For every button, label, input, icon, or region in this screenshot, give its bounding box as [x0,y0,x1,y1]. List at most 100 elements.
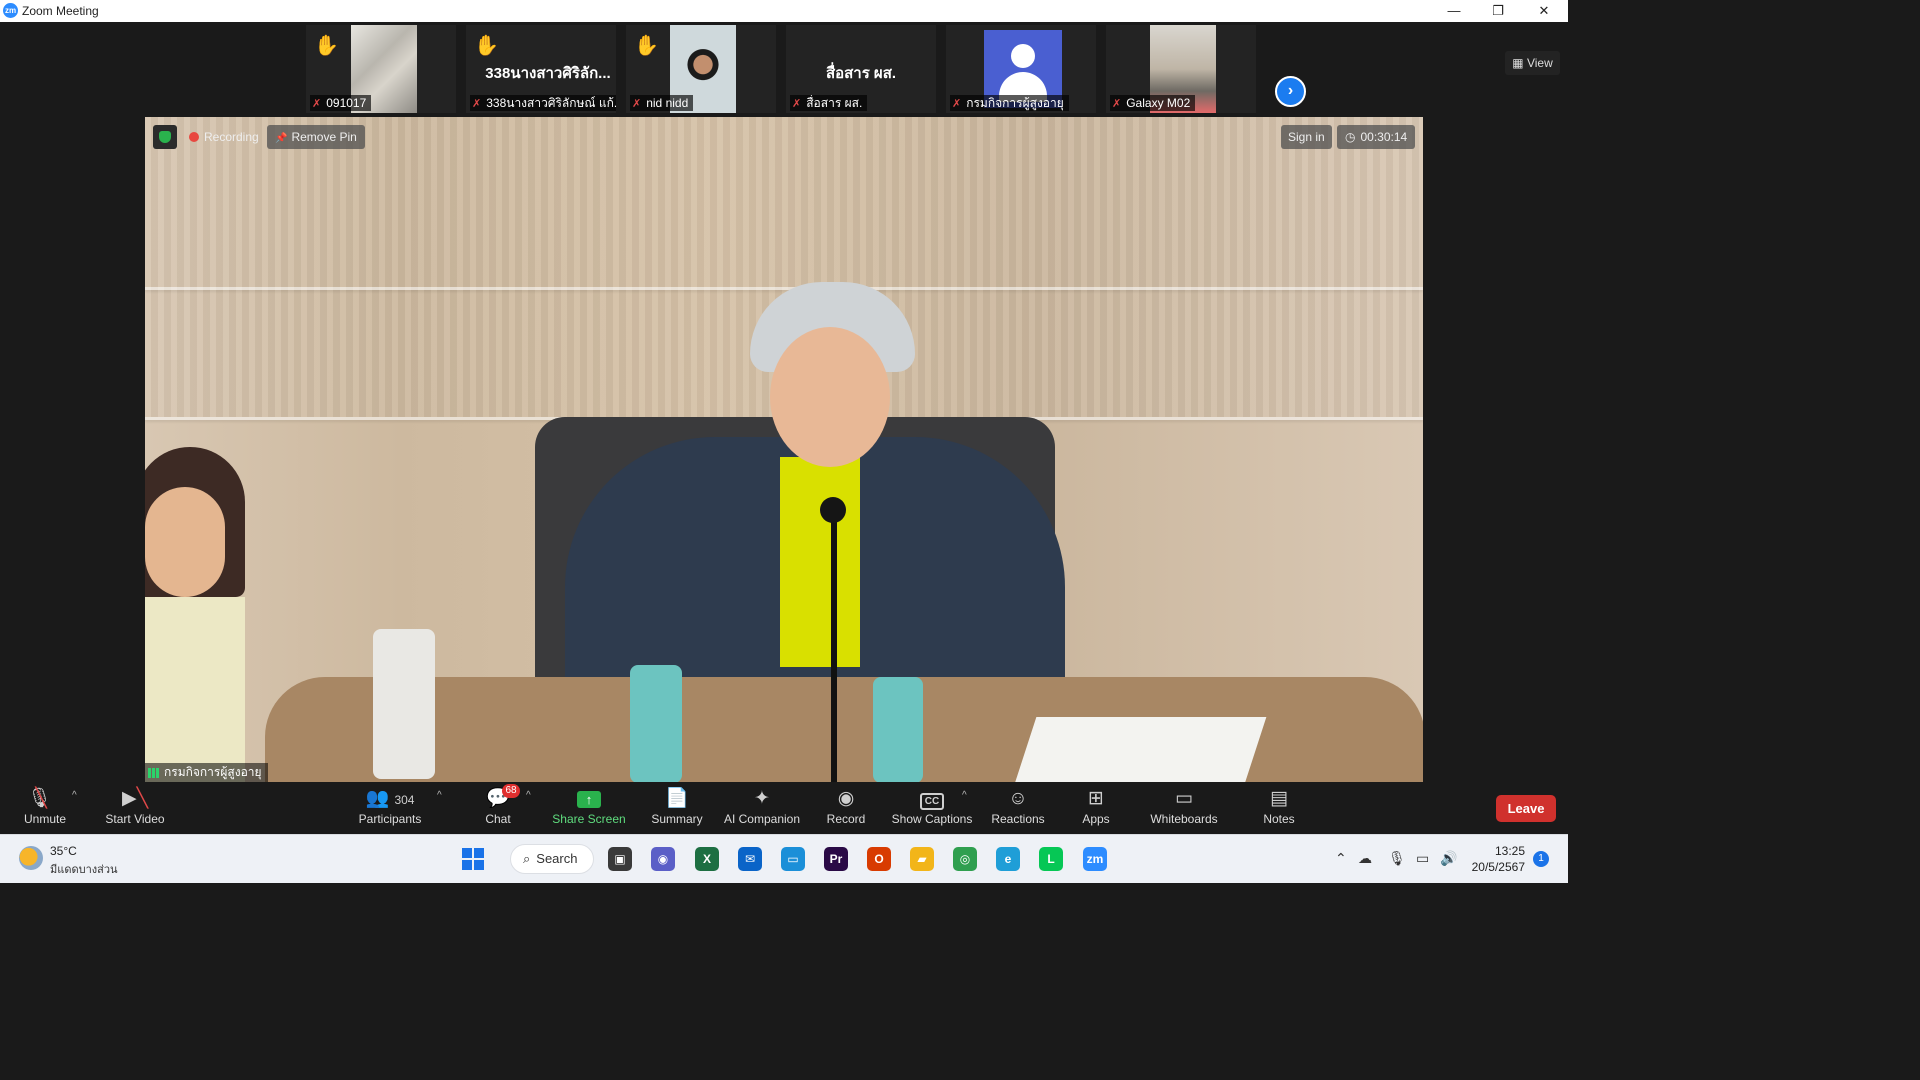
summary-icon: 📄 [665,788,689,809]
tumbler [373,629,435,779]
start-button[interactable] [462,848,484,870]
meeting-timer: ◷ 00:30:14 [1337,125,1416,149]
recording-indicator[interactable]: Recording [185,125,263,149]
mic-muted-icon: ✗ [952,98,962,110]
chrome-taskbar-icon[interactable]: ◎ [953,847,977,871]
weather-description[interactable]: มีแดดบางส่วน [50,860,118,878]
zoom-logo-icon: zm [3,3,18,18]
record-button[interactable]: ◉ Record [822,787,870,831]
view-button[interactable]: ▦ View [1505,51,1560,75]
weather-icon[interactable] [19,846,43,870]
next-page-button[interactable]: › [1275,76,1306,107]
notification-badge[interactable]: 1 [1533,851,1549,867]
onedrive-icon[interactable]: ☁ [1358,850,1372,867]
participant-tile[interactable]: ✋ ✗ 091017 [306,25,456,113]
share-screen-icon: ↑ [552,787,626,811]
show-hidden-icons-button[interactable]: ⌃ [1335,850,1347,867]
taskbar-search[interactable]: ⌕ Search [510,844,594,874]
signal-bars-icon [148,767,160,778]
unmute-button[interactable]: 🎙╲ Unmute [20,787,70,831]
raised-hand-icon: ✋ [634,35,659,57]
sign-in-button[interactable]: Sign in [1281,125,1332,149]
title-bar: zm Zoom Meeting — ❐ ✕ [0,0,1568,22]
system-clock[interactable]: 13:25 20/5/2567 [1465,843,1525,875]
edge-taskbar-icon[interactable]: e [996,847,1020,871]
close-button[interactable]: ✕ [1522,0,1566,22]
apps-button[interactable]: ⊞ Apps [1076,787,1116,831]
main-video[interactable]: Recording 📌 Remove Pin Sign in ◷ 00:30:14 … [145,117,1423,782]
summary-button[interactable]: 📄 Summary [648,787,706,831]
chat-unread-badge: 68 [502,784,520,798]
mic-muted-icon: ✗ [632,98,642,110]
participant-tile[interactable]: ✋ ✗ nid nidd [626,25,776,113]
video-off-icon: ▶╲ [121,788,149,809]
whiteboards-button[interactable]: ▭ Whiteboards [1146,787,1222,831]
reactions-icon: ☺ [1008,788,1028,809]
mic-muted-icon: ✗ [1112,98,1122,110]
participant-name-label: ✗ nid nidd [630,95,694,111]
audio-options-caret[interactable]: ^ [72,790,77,801]
clock-date: 20/5/2567 [1471,860,1525,874]
line-taskbar-icon[interactable]: L [1039,847,1063,871]
weather-temperature[interactable]: 35°C [50,844,77,858]
participants-icon: 👥 304 [365,788,415,809]
volume-icon[interactable]: 🔊 [1440,850,1457,867]
remove-pin-button[interactable]: 📌 Remove Pin [267,125,365,149]
speaker-shirt [780,457,860,667]
start-video-button[interactable]: ▶╲ Start Video [102,787,168,831]
mic-muted-icon: ✗ [792,98,802,110]
captions-options-caret[interactable]: ^ [962,790,967,801]
pin-icon: 📌 [275,133,288,144]
participant-tile[interactable]: ✋ 338นางสาวศิริลัก... ✗ 338นางสาวศิริลักษ… [466,25,616,113]
excel-taskbar-icon[interactable]: X [695,847,719,871]
meeting-toolbar: 🎙╲ Unmute ^ ▶╲ Start Video 👥 304 Partici… [0,782,1568,834]
window-title: Zoom Meeting [22,4,99,18]
raised-hand-icon: ✋ [314,35,339,57]
mail-taskbar-icon[interactable]: ✉ [738,847,762,871]
clock-time: 13:25 [1494,844,1525,858]
apps-icon: ⊞ [1088,788,1104,809]
participant-display-name: สื่อสาร ผส. [825,65,897,82]
desktop-taskbar-icon[interactable]: ▭ [781,847,805,871]
task-view-taskbar-icon[interactable]: ▣ [608,847,632,871]
captions-icon: CC [891,787,973,811]
participant-name-label: ✗ สื่อสาร ผส. [790,95,868,111]
premiere-taskbar-icon[interactable]: Pr [824,847,848,871]
show-captions-button[interactable]: CC Show Captions [891,787,973,831]
reactions-button[interactable]: ☺ Reactions [990,787,1046,831]
ai-companion-button[interactable]: ✦ AI Companion [720,787,804,831]
notes-icon: ▤ [1270,788,1288,809]
participant-tile[interactable]: ✗ กรมกิจการผู้สูงอายุ [946,25,1096,113]
microphone-muted-icon: 🎙╲ [27,788,52,809]
share-screen-button[interactable]: ↑ Share Screen [552,787,626,831]
microphone-icon[interactable]: 🎙 [1388,850,1406,867]
speaker-face [770,327,890,467]
zoom-taskbar-icon[interactable]: zm [1083,847,1107,871]
teams-taskbar-icon[interactable]: ◉ [651,847,675,871]
mic-muted-icon: ✗ [472,98,482,110]
clock-icon: ◷ [1345,130,1356,144]
restore-button[interactable]: ❐ [1476,0,1520,22]
whiteboard-icon: ▭ [1175,788,1193,809]
participants-options-caret[interactable]: ^ [437,790,442,801]
participant-tile[interactable]: ✗ Galaxy M02 [1106,25,1256,113]
participant-name-label: ✗ Galaxy M02 [1110,95,1196,111]
participant-tile[interactable]: สื่อสาร ผส. ✗ สื่อสาร ผส. [786,25,936,113]
minimize-button[interactable]: — [1432,0,1476,22]
chat-options-caret[interactable]: ^ [526,790,531,801]
record-icon: ◉ [837,788,855,809]
notes-button[interactable]: ▤ Notes [1258,787,1300,831]
mic-muted-icon: ✗ [312,98,322,110]
participant-name-label: ✗ กรมกิจการผู้สูงอายุ [950,95,1069,111]
explorer-taskbar-icon[interactable]: ▰ [910,847,934,871]
speaker-name-label: กรมกิจการผู้สูงอายุ [145,763,268,782]
security-shield-icon[interactable] [153,125,177,149]
wall-groove [145,287,1423,290]
windows-taskbar: 35°C มีแดดบางส่วน ⌕ Search ▣ ◉ X ✉ ▭ Pr O ▰ ◎ e Lzm… [0,834,1568,883]
participants-button[interactable]: 👥 304 Participants [355,787,425,831]
papers [1013,717,1267,782]
participant-display-name: 338นางสาวศิริลัก... [485,65,611,82]
office-taskbar-icon[interactable]: O [867,847,891,871]
network-icon[interactable]: ▭ [1416,850,1429,867]
leave-button[interactable]: Leave [1496,795,1556,822]
